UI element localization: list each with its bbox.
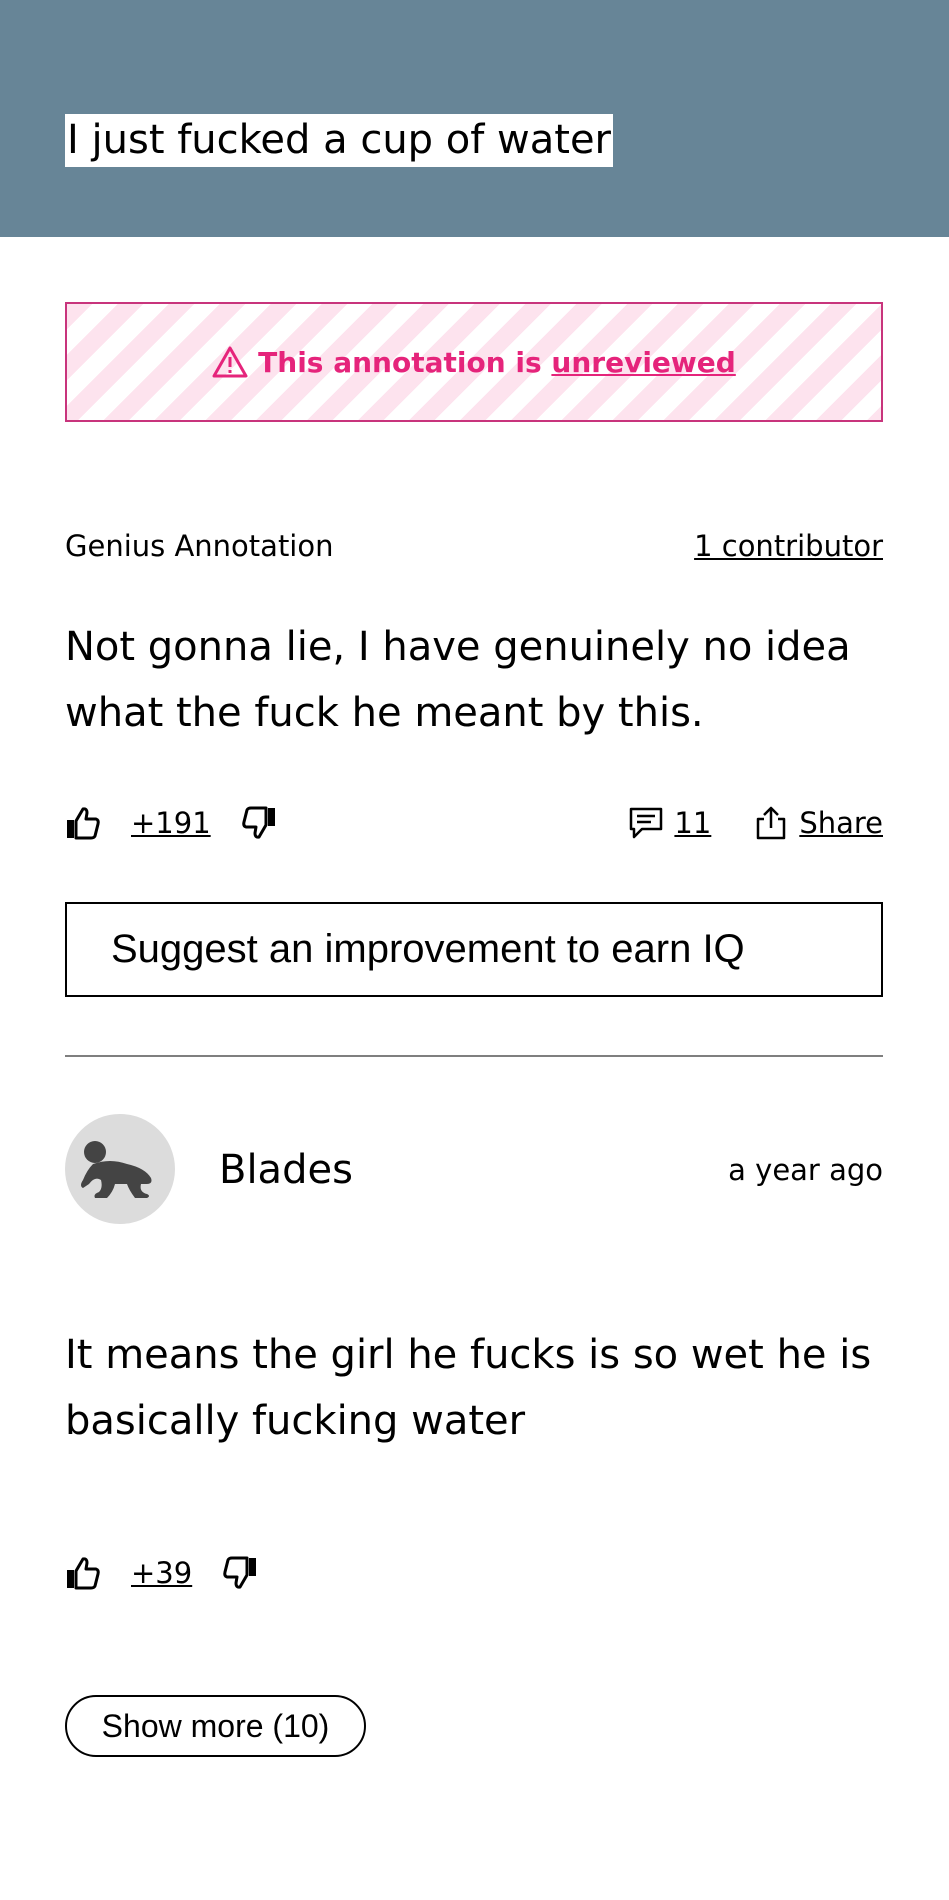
crawling-baby-icon [81, 1141, 152, 1198]
comment-body: It means the girl he fucks is so wet he … [65, 1332, 872, 1444]
warning-triangle-icon [212, 346, 248, 378]
comment-icon [630, 807, 663, 839]
song-header: I just fucked a cup of water [0, 0, 949, 237]
comment-username[interactable]: Blades [219, 1145, 353, 1195]
avatar[interactable] [65, 1114, 175, 1224]
contributors-link[interactable]: 1 contributor [694, 526, 883, 566]
annotation-actions: 11 Share [628, 800, 883, 846]
comments-button[interactable]: 11 [628, 805, 711, 841]
annotation-label: Genius Annotation [65, 529, 334, 563]
unreviewed-banner: This annotation is unreviewed [65, 302, 883, 422]
comment-vote-row: +39 [65, 1550, 258, 1596]
show-more-button[interactable]: Show more (10) [65, 1695, 366, 1757]
section-divider [65, 1055, 883, 1057]
annotation-body: Not gonna lie, I have genuinely no idea … [65, 624, 851, 736]
thumbs-down-icon[interactable] [241, 805, 277, 841]
unreviewed-link[interactable]: unreviewed [551, 346, 735, 379]
annotation-vote-row: +191 [65, 800, 277, 846]
annotation-vote-count[interactable]: +191 [131, 806, 211, 840]
thumbs-down-icon[interactable] [222, 1555, 258, 1591]
share-label: Share [799, 806, 883, 840]
highlighted-lyric[interactable]: I just fucked a cup of water [65, 114, 614, 167]
share-icon [757, 806, 786, 840]
share-button[interactable]: Share [753, 805, 883, 841]
unreviewed-banner-text: This annotation is [258, 345, 552, 379]
thumbs-up-icon[interactable] [65, 805, 101, 841]
suggest-improvement-button[interactable]: Suggest an improvement to earn IQ [65, 902, 883, 997]
comment-count: 11 [674, 806, 712, 840]
thumbs-up-icon[interactable] [65, 1555, 101, 1591]
comment-vote-count[interactable]: +39 [131, 1556, 192, 1590]
comment-timestamp: a year ago [728, 1153, 883, 1187]
